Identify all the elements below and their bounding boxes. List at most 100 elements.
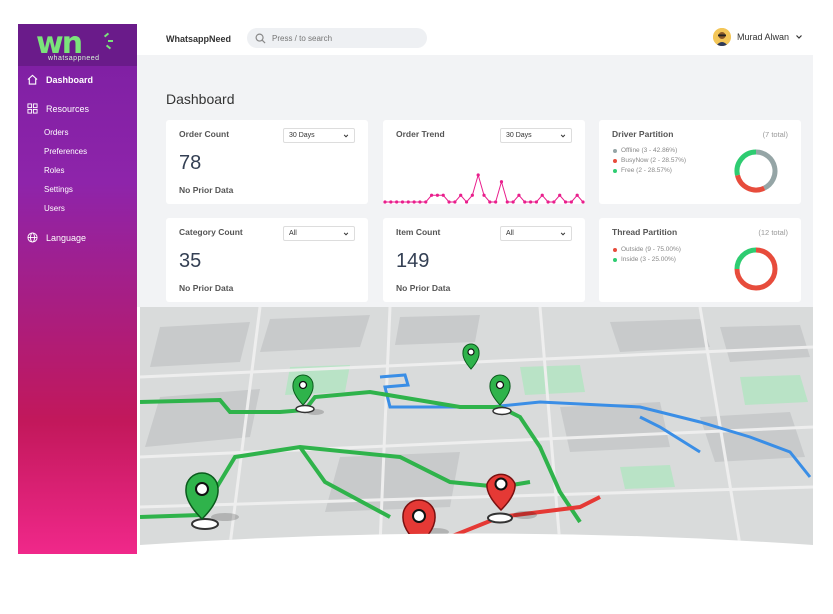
trend-point xyxy=(441,193,445,197)
trend-point xyxy=(499,180,504,184)
search-box[interactable] xyxy=(247,28,427,48)
sidebar-item-preferences[interactable]: Preferences xyxy=(44,147,87,156)
order-trend-chart xyxy=(383,173,585,204)
legend-dot xyxy=(613,148,617,153)
logo-spark xyxy=(108,40,113,42)
category-filter-select[interactable]: All xyxy=(283,226,355,241)
map-pin xyxy=(486,473,516,524)
logo[interactable]: wn whatsappneed xyxy=(18,24,137,66)
trend-point xyxy=(447,200,451,204)
trend-point xyxy=(418,200,422,204)
home-icon xyxy=(27,74,38,85)
legend-item: Offline (3 - 42.86%) xyxy=(613,147,677,154)
trend-point xyxy=(552,200,556,204)
search-input[interactable] xyxy=(272,33,412,43)
sidebar-item-orders[interactable]: Orders xyxy=(44,128,68,137)
avatar xyxy=(712,28,731,46)
legend-label: Inside (3 - 25.00%) xyxy=(621,256,676,263)
card-total: (12 total) xyxy=(758,228,788,237)
donut-slice xyxy=(735,174,766,193)
trend-point xyxy=(412,200,416,204)
card-title: Driver Partition xyxy=(612,129,674,139)
card-subtitle: No Prior Data xyxy=(179,283,234,293)
order-count-card: Order Count 30 Days 78 No Prior Data xyxy=(166,120,368,204)
trend-point xyxy=(540,193,544,197)
sidebar-item-dashboard[interactable]: Dashboard xyxy=(27,74,93,85)
item-count-card: Item Count All 149 No Prior Data xyxy=(383,218,585,302)
chevron-down-icon xyxy=(796,35,802,39)
trend-line xyxy=(385,173,584,203)
card-title: Thread Partition xyxy=(612,227,678,237)
legend-item: Outside (9 - 75.00%) xyxy=(613,246,681,253)
search-icon xyxy=(255,33,266,44)
card-value: 35 xyxy=(179,250,202,272)
chevron-down-icon xyxy=(560,232,566,235)
trend-point xyxy=(581,200,585,204)
select-value: All xyxy=(289,230,297,237)
trend-point xyxy=(395,200,399,204)
trend-point xyxy=(400,200,405,204)
sidebar-item-roles[interactable]: Roles xyxy=(44,166,64,175)
globe-icon xyxy=(27,232,38,243)
item-filter-select[interactable]: All xyxy=(500,226,572,241)
page-title: Dashboard xyxy=(166,91,235,107)
logo-subtitle: whatsappneed xyxy=(48,55,100,62)
user-name: Murad Alwan xyxy=(736,32,789,42)
donut-slice xyxy=(755,149,778,191)
driver-donut-chart xyxy=(734,149,778,193)
sidebar-item-users[interactable]: Users xyxy=(44,204,65,213)
trend-point xyxy=(383,200,387,204)
trend-point xyxy=(429,193,434,197)
sidebar-item-label: Dashboard xyxy=(46,74,94,85)
legend-item: Inside (3 - 25.00%) xyxy=(613,256,676,263)
sidebar-item-language[interactable]: Language xyxy=(27,232,86,243)
card-subtitle: No Prior Data xyxy=(179,185,234,195)
sidebar-item-settings[interactable]: Settings xyxy=(44,185,73,194)
legend-label: Free (2 - 28.57%) xyxy=(621,167,672,174)
screenshot-stage: wn whatsappneed Dashboard Resources Orde… xyxy=(0,0,833,614)
trend-point xyxy=(459,193,463,197)
legend-dot xyxy=(613,257,617,262)
card-subtitle: No Prior Data xyxy=(396,283,451,293)
legend-label: Outside (9 - 75.00%) xyxy=(621,246,681,253)
trend-point xyxy=(534,200,539,204)
map-illustration xyxy=(140,307,813,545)
user-menu[interactable]: Murad Alwan xyxy=(712,28,803,46)
select-value: All xyxy=(506,230,514,237)
trend-point xyxy=(389,200,393,204)
trend-point xyxy=(435,193,440,197)
donut-slice xyxy=(734,149,757,176)
legend-dot xyxy=(613,158,617,163)
trend-point xyxy=(406,200,410,204)
sidebar-item-label: Resources xyxy=(46,103,90,114)
trend-point xyxy=(505,200,509,204)
category-count-card: Category Count All 35 No Prior Data xyxy=(166,218,368,302)
app-title: WhatsappNeed xyxy=(166,34,232,44)
trend-point xyxy=(569,200,573,204)
trend-point xyxy=(523,200,527,204)
sidebar-item-resources[interactable]: Resources xyxy=(27,103,89,114)
trend-point xyxy=(511,200,515,204)
top-bar: WhatsappNeed Murad Alwan xyxy=(137,24,813,55)
legend-dot xyxy=(613,247,617,252)
period-select[interactable]: 30 Days xyxy=(283,128,355,143)
thread-partition-card: Thread Partition (12 total) Outside (9 -… xyxy=(599,218,801,302)
legend-label: BusyNow (2 - 28.57%) xyxy=(621,157,687,164)
dashboard-main: Dashboard Order Count 30 Days 78 No Prio… xyxy=(137,55,813,307)
card-title: Category Count xyxy=(179,227,243,237)
select-value: 30 Days xyxy=(289,132,315,139)
trend-point xyxy=(517,193,521,197)
card-value: 149 xyxy=(396,250,430,272)
trend-point xyxy=(453,200,457,204)
logo-spark xyxy=(103,32,110,38)
trend-point xyxy=(575,193,579,197)
trend-point xyxy=(494,200,498,204)
trend-point xyxy=(563,200,568,204)
donut-slice xyxy=(734,247,757,270)
card-title: Item Count xyxy=(396,227,441,237)
card-title: Order Count xyxy=(179,129,230,139)
chevron-down-icon xyxy=(343,232,349,235)
chevron-down-icon xyxy=(343,134,349,137)
driver-partition-card: Driver Partition (7 total) Offline (3 - … xyxy=(599,120,801,204)
card-total: (7 total) xyxy=(762,130,788,139)
